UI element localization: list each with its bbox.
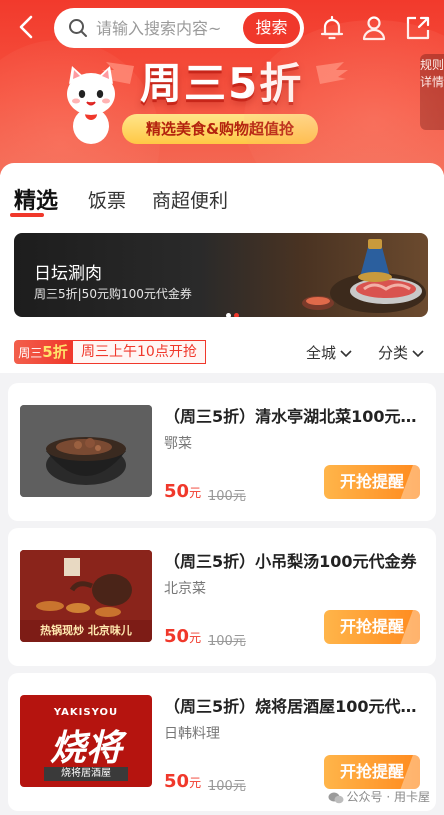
bell-icon[interactable] bbox=[318, 14, 346, 42]
food-bowl-image bbox=[20, 405, 152, 497]
price-unit: 元 bbox=[189, 776, 202, 790]
tab-meal-ticket[interactable]: 饭票 bbox=[88, 186, 126, 213]
list-item[interactable]: （周三5折）清水亭湖北菜100元代金券 鄂菜 50元 100元 开抢提醒 bbox=[8, 383, 436, 521]
price-value: 50 bbox=[164, 481, 190, 502]
carousel-dots bbox=[226, 303, 242, 317]
carousel-dot[interactable] bbox=[226, 313, 231, 317]
right-wing-decoration bbox=[316, 62, 348, 84]
item-original-price: 100元 bbox=[208, 634, 246, 649]
back-arrow-icon[interactable] bbox=[14, 14, 40, 40]
item-category: 日韩料理 bbox=[164, 726, 220, 742]
promo-banner[interactable]: 日坛涮肉 周三5折|50元购100元代金券 bbox=[14, 233, 428, 317]
top-bar: 搜索 bbox=[0, 6, 444, 48]
item-price: 50元 bbox=[164, 481, 201, 502]
item-category: 鄂菜 bbox=[164, 436, 192, 452]
category-filter-dropdown[interactable]: 分类 bbox=[378, 342, 424, 363]
category-filter-label: 分类 bbox=[378, 344, 409, 362]
search-button[interactable]: 搜索 bbox=[243, 12, 300, 44]
wechat-icon bbox=[328, 792, 344, 803]
user-icon[interactable] bbox=[360, 14, 388, 42]
search-box[interactable]: 搜索 bbox=[54, 8, 304, 48]
item-title: （周三5折）烧将居酒屋100元代金券 bbox=[164, 697, 432, 716]
active-tab-indicator bbox=[10, 213, 44, 217]
badge-value: 5折 bbox=[42, 343, 68, 361]
item-title: （周三5折）小吊梨汤100元代金券 bbox=[164, 552, 417, 571]
city-filter-label: 全城 bbox=[306, 344, 337, 362]
badge-prefix: 周三 bbox=[18, 346, 43, 360]
thumb-brand-cn: 烧将 bbox=[49, 727, 122, 769]
item-price: 50元 bbox=[164, 626, 201, 647]
filter-row: 周三5折 周三上午10点开抢 全城 分类 bbox=[0, 336, 444, 370]
promo-subtitle: 周三5折|50元购100元代金券 bbox=[34, 287, 192, 301]
item-category: 北京菜 bbox=[164, 581, 206, 597]
item-thumbnail: YAKISYOU 烧将 烧将居酒屋 bbox=[20, 695, 152, 787]
thumb-brand-sub: 烧将居酒屋 bbox=[44, 767, 128, 781]
wednesday-discount-badge: 周三5折 bbox=[14, 340, 72, 364]
promo-title: 日坛涮肉 bbox=[34, 264, 102, 284]
item-title: （周三5折）清水亭湖北菜100元代金券 bbox=[164, 407, 432, 426]
tab-featured[interactable]: 精选 bbox=[14, 183, 58, 215]
chevron-down-icon bbox=[340, 349, 352, 357]
item-thumbnail: 热锅现炒 北京味儿 bbox=[20, 550, 152, 642]
banner-subtitle: 精选美食&购物超值抢 bbox=[122, 114, 318, 144]
price-unit: 元 bbox=[189, 486, 202, 500]
share-icon[interactable] bbox=[404, 14, 432, 42]
cat-mascot-icon bbox=[67, 66, 115, 144]
price-value: 50 bbox=[164, 626, 190, 647]
thumb-brand-en: YAKISYOU bbox=[53, 707, 119, 718]
tab-supermarket[interactable]: 商超便利 bbox=[152, 186, 228, 213]
city-filter-dropdown[interactable]: 全城 bbox=[306, 342, 352, 363]
watermark: 公众号 · 用卡屋 bbox=[328, 788, 430, 805]
search-icon bbox=[69, 19, 87, 37]
price-value: 50 bbox=[164, 771, 190, 792]
price-unit: 元 bbox=[189, 631, 202, 645]
item-original-price: 100元 bbox=[208, 489, 246, 504]
item-price: 50元 bbox=[164, 771, 201, 792]
rules-detail-button[interactable]: 规则详情 bbox=[420, 54, 444, 130]
remind-button[interactable]: 开抢提醒 bbox=[324, 610, 420, 644]
list-item[interactable]: 热锅现炒 北京味儿 （周三5折）小吊梨汤100元代金券 北京菜 50元 100元… bbox=[8, 528, 436, 666]
hotpot-image bbox=[302, 239, 426, 313]
remind-button[interactable]: 开抢提醒 bbox=[324, 465, 420, 499]
item-original-price: 100元 bbox=[208, 779, 246, 794]
thumb-caption: 热锅现炒 北京味儿 bbox=[40, 624, 132, 637]
header-banner: 搜索 周三5折 精选美食&购物超值抢 规则详情 bbox=[0, 0, 444, 175]
carousel-dot[interactable] bbox=[234, 313, 239, 317]
banner-title: 周三5折 bbox=[140, 59, 304, 108]
search-input[interactable] bbox=[96, 16, 246, 40]
watermark-text: 公众号 · 用卡屋 bbox=[346, 790, 430, 804]
item-thumbnail bbox=[20, 405, 152, 497]
sale-time-label: 周三上午10点开抢 bbox=[72, 340, 206, 364]
remind-button[interactable]: 开抢提醒 bbox=[324, 755, 420, 789]
chevron-down-icon bbox=[412, 349, 424, 357]
